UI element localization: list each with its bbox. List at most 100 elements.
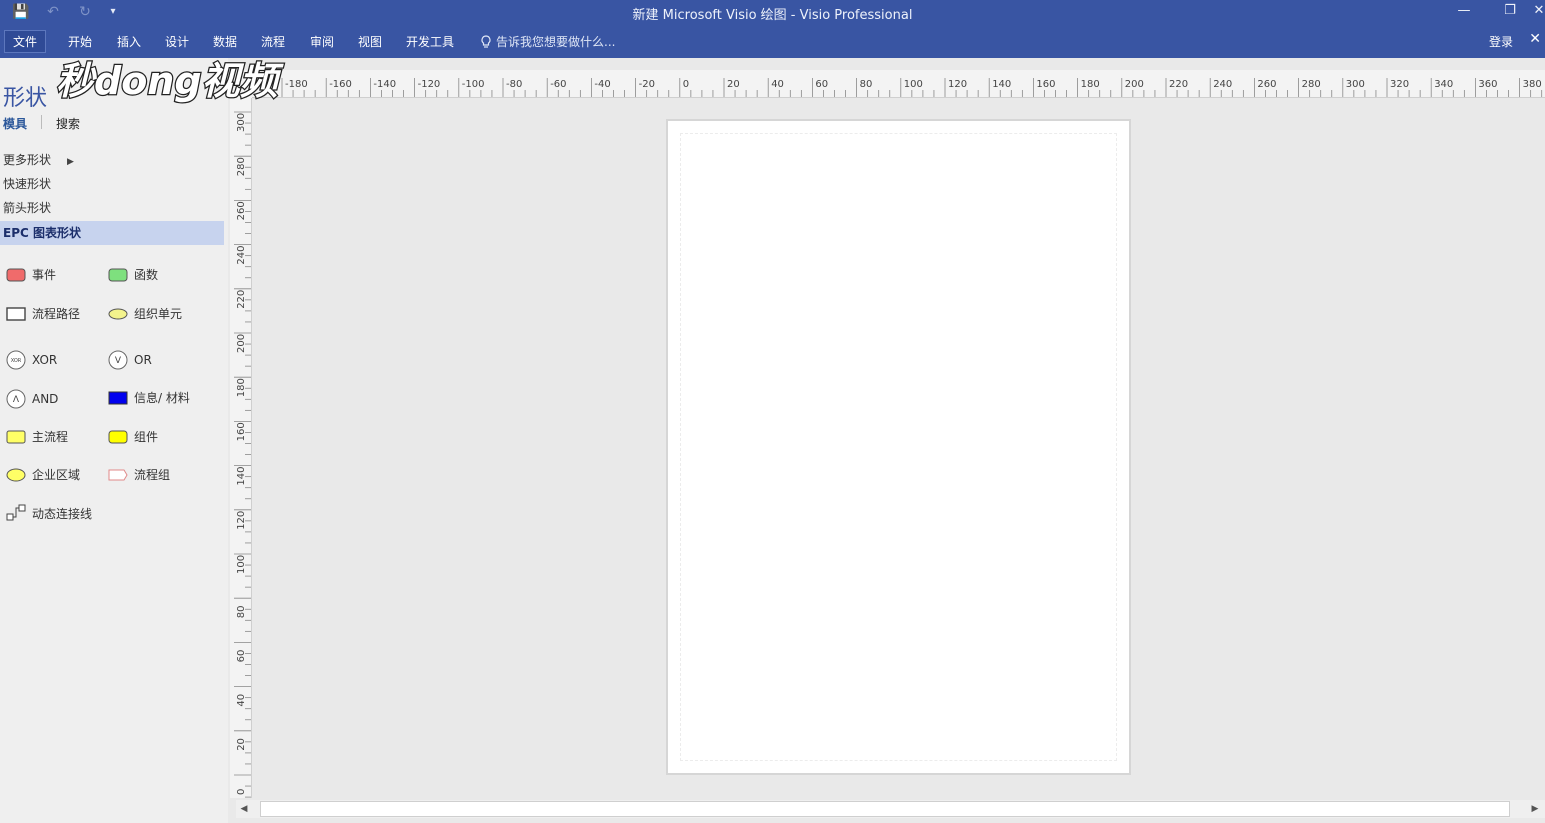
more-shapes-item[interactable]: 更多形状 ▶ (0, 148, 224, 172)
tab-review[interactable]: 审阅 (310, 33, 334, 50)
page-margin (680, 133, 1117, 761)
ruler-label: -60 (550, 79, 566, 90)
ruler-label: 20 (727, 79, 740, 90)
ruler-label: 220 (1169, 79, 1188, 90)
stencil-process-group[interactable]: 流程组 (108, 466, 170, 483)
minimize-button[interactable]: — (1441, 0, 1487, 24)
stencil-or[interactable]: V OR (108, 350, 152, 370)
main-process-icon (6, 430, 26, 443)
stencil-main-process[interactable]: 主流程 (6, 428, 68, 445)
ruler-label: 60 (236, 650, 247, 663)
stencil-event[interactable]: 事件 (6, 266, 56, 283)
svg-text:XOR: XOR (11, 358, 22, 364)
ruler-label: 160 (236, 422, 247, 441)
ribbon-close-icon[interactable]: ✕ (1529, 31, 1541, 47)
stencil-info-material[interactable]: 信息/ 材料 (108, 389, 190, 406)
ruler-label: 280 (1302, 79, 1321, 90)
tell-me-text: 告诉我您想要做什么... (496, 35, 616, 49)
ruler-label: 200 (236, 334, 247, 353)
ruler-label: 0 (236, 789, 247, 795)
org-unit-icon (108, 308, 128, 319)
vertical-ruler: 3002802602402202001801601401201008060402… (230, 98, 252, 798)
stencil-label: 组件 (134, 430, 159, 444)
close-button[interactable]: ✕ (1533, 0, 1545, 24)
stencil-label: 流程组 (134, 468, 171, 482)
svg-text:秒dong视频: 秒dong视频 (56, 59, 285, 103)
stencil-function[interactable]: 函数 (108, 266, 158, 283)
arrow-shapes-item[interactable]: 箭头形状 (0, 196, 224, 220)
ruler-label: -40 (594, 79, 610, 90)
stencil-label: 组织单元 (134, 307, 183, 321)
stencil-component[interactable]: 组件 (108, 428, 158, 445)
ruler-label: 300 (1346, 79, 1365, 90)
tab-file[interactable]: 文件 (4, 30, 47, 53)
window-title: 新建 Microsoft Visio 绘图 - Visio Profession… (632, 8, 913, 23)
ruler-label: 300 (236, 113, 247, 132)
ruler-label: 40 (771, 79, 784, 90)
more-shapes-label: 更多形状 (3, 153, 52, 167)
component-icon (108, 430, 128, 443)
ruler-label: 280 (236, 157, 247, 176)
ruler-label: 120 (948, 79, 967, 90)
quick-shapes-item[interactable]: 快速形状 (0, 172, 224, 196)
ruler-label: 80 (860, 79, 873, 90)
ruler-label: 0 (683, 79, 689, 90)
ruler-label: 240 (1213, 79, 1232, 90)
restore-button[interactable]: ❐ (1487, 0, 1533, 24)
epc-shapes-item[interactable]: EPC 图表形状 (0, 221, 224, 245)
stencil-label: AND (32, 392, 59, 406)
tab-insert[interactable]: 插入 (117, 33, 141, 50)
scroll-thumb[interactable] (260, 801, 1510, 817)
stencil-label: 函数 (134, 268, 159, 282)
tab-view[interactable]: 视图 (358, 33, 382, 50)
ruler-label: 360 (1478, 79, 1497, 90)
and-icon: Λ (6, 389, 26, 409)
tab-data[interactable]: 数据 (213, 33, 237, 50)
ruler-label: 100 (904, 79, 923, 90)
enterprise-area-icon (6, 468, 26, 481)
divider (41, 115, 43, 129)
scroll-left-icon[interactable]: ◀ (236, 801, 252, 817)
info-material-icon (108, 391, 128, 404)
connector-icon (6, 504, 26, 521)
tab-process[interactable]: 流程 (261, 33, 285, 50)
process-group-icon (108, 469, 128, 480)
ruler-label: -100 (462, 79, 485, 90)
stencil-dynamic-connector[interactable]: 动态连接线 (6, 504, 92, 522)
ruler-label: 180 (236, 378, 247, 397)
stencil-enterprise-area[interactable]: 企业区域 (6, 466, 80, 483)
ruler-label: 60 (815, 79, 828, 90)
function-shape-icon (108, 268, 128, 281)
ruler-label: 200 (1125, 79, 1144, 90)
or-icon: V (108, 350, 128, 370)
tab-search[interactable]: 搜索 (56, 115, 80, 132)
ruler-label: 180 (1081, 79, 1100, 90)
stencil-xor[interactable]: XOR XOR (6, 350, 57, 370)
ruler-label: 340 (1434, 79, 1453, 90)
ruler-label: 220 (236, 290, 247, 309)
drawing-page[interactable] (666, 119, 1131, 775)
svg-text:Λ: Λ (13, 395, 20, 405)
stencil-process-path[interactable]: 流程路径 (6, 305, 80, 322)
ruler-label: 20 (236, 738, 247, 751)
ruler-label: 80 (236, 605, 247, 618)
tab-developer[interactable]: 开发工具 (406, 33, 454, 50)
tell-me-search[interactable]: 告诉我您想要做什么... (480, 33, 615, 50)
chevron-right-icon: ▶ (67, 157, 74, 167)
ruler-label: 40 (236, 694, 247, 707)
ruler-label: 140 (992, 79, 1011, 90)
stencil-org-unit[interactable]: 组织单元 (108, 305, 182, 322)
tab-stencils[interactable]: 模具 (3, 115, 27, 132)
horizontal-scrollbar[interactable]: ◀ ▶ (236, 800, 1545, 818)
stencil-label: 主流程 (32, 430, 69, 444)
ruler-label: 140 (236, 467, 247, 486)
tab-design[interactable]: 设计 (165, 33, 189, 50)
stencil-label: OR (134, 353, 152, 367)
login-button[interactable]: 登录 (1489, 33, 1513, 50)
lightbulb-icon (481, 34, 491, 48)
tab-home[interactable]: 开始 (68, 33, 92, 50)
scroll-right-icon[interactable]: ▶ (1527, 801, 1543, 817)
svg-text:V: V (115, 356, 122, 366)
stencil-label: 事件 (32, 268, 57, 282)
stencil-and[interactable]: Λ AND (6, 389, 58, 409)
